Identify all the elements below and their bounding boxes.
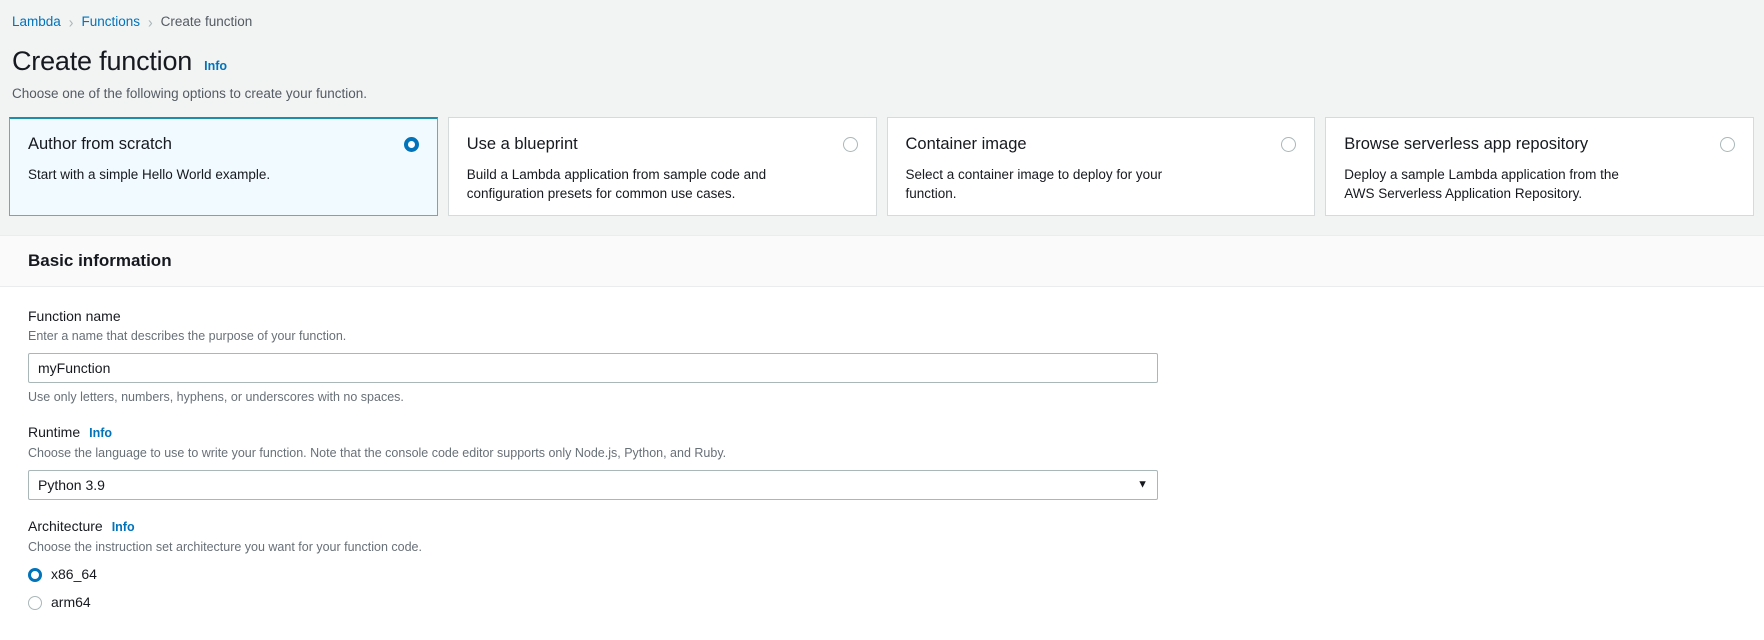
option-radio-author-from-scratch[interactable] [403,137,419,152]
breadcrumb-item-create-function: Create function [160,14,253,29]
architecture-option-label: arm64 [51,594,91,610]
option-tile-title: Container image [905,135,1027,153]
function-name-field: Function name Enter a name that describe… [28,307,1736,406]
page-info-link[interactable]: Info [204,59,227,73]
option-tile-container-image[interactable]: Container image Select a container image… [886,117,1316,216]
breadcrumb: Lambda › Functions › Create function [0,0,1764,31]
chevron-right-icon: › [68,12,74,32]
option-tile-use-a-blueprint[interactable]: Use a blueprint Build a Lambda applicati… [447,117,877,216]
option-tile-header: Container image [906,134,1297,154]
basic-information-header: Basic information [0,236,1764,287]
architecture-description: Choose the instruction set architecture … [28,540,422,554]
option-tile-title: Browse serverless app repository [1344,135,1589,153]
architecture-radio-x86-64[interactable] [28,567,42,582]
architecture-info-link[interactable]: Info [112,518,135,537]
option-tile-title: Use a blueprint [466,135,578,153]
runtime-field: Runtime Info Choose the language to use … [28,423,1736,500]
function-name-hint: Use only letters, numbers, hyphens, or u… [28,390,404,404]
option-tile-header: Browse serverless app repository [1344,134,1735,154]
basic-information-panel: Basic information Function name Enter a … [0,235,1764,640]
function-name-description: Enter a name that describes the purpose … [28,329,347,343]
architecture-label-row: Architecture Info [28,517,1736,537]
breadcrumb-item-functions[interactable]: Functions [81,13,140,31]
architecture-option-x86-64[interactable]: x86_64 [28,565,1736,584]
option-tile-header: Author from scratch [28,134,419,154]
function-name-label: Function name [28,308,121,324]
creation-option-tiles: Author from scratch Start with a simple … [0,103,1764,216]
page-header: Create function Info [0,31,1764,77]
architecture-field: Architecture Info Choose the instruction… [28,517,1736,612]
architecture-radio-arm64[interactable] [28,595,42,610]
basic-information-heading: Basic information [28,251,172,270]
option-radio-use-a-blueprint[interactable] [842,137,858,152]
runtime-label: Runtime [28,424,81,440]
option-tile-author-from-scratch[interactable]: Author from scratch Start with a simple … [9,117,438,216]
architecture-label: Architecture [28,518,103,534]
runtime-description: Choose the language to use to write your… [28,446,727,460]
option-tile-description: Deploy a sample Lambda application from … [1344,167,1619,201]
page-title: Create function [12,46,193,76]
basic-information-body: Function name Enter a name that describe… [0,287,1764,640]
function-name-input[interactable] [28,353,1158,383]
runtime-label-row: Runtime Info [28,423,1736,443]
option-tile-description: Select a container image to deploy for y… [905,167,1163,201]
architecture-radio-group: x86_64 arm64 [28,565,1736,612]
option-radio-container-image[interactable] [1281,137,1297,152]
chevron-right-icon: › [148,12,153,32]
breadcrumb-item-lambda[interactable]: Lambda [12,13,61,31]
page-subtitle: Choose one of the following options to c… [12,86,367,101]
runtime-select[interactable]: Python 3.9 [28,470,1158,500]
runtime-info-link[interactable]: Info [89,424,112,443]
function-name-label-row: Function name [28,307,1736,326]
option-tile-header: Use a blueprint [467,134,858,154]
option-tile-browse-serverless-app-repository[interactable]: Browse serverless app repository Deploy … [1325,117,1754,216]
runtime-selected-value: Python 3.9 [38,476,105,493]
architecture-option-arm64[interactable]: arm64 [28,593,1736,612]
option-tile-description: Build a Lambda application from sample c… [466,167,767,201]
option-radio-browse-serverless-app-repository[interactable] [1720,137,1735,152]
option-tile-description: Start with a simple Hello World example. [28,167,271,182]
architecture-option-label: x86_64 [51,566,97,582]
option-tile-title: Author from scratch [28,135,172,153]
runtime-select-wrapper: Python 3.9 ▼ [28,470,1158,500]
